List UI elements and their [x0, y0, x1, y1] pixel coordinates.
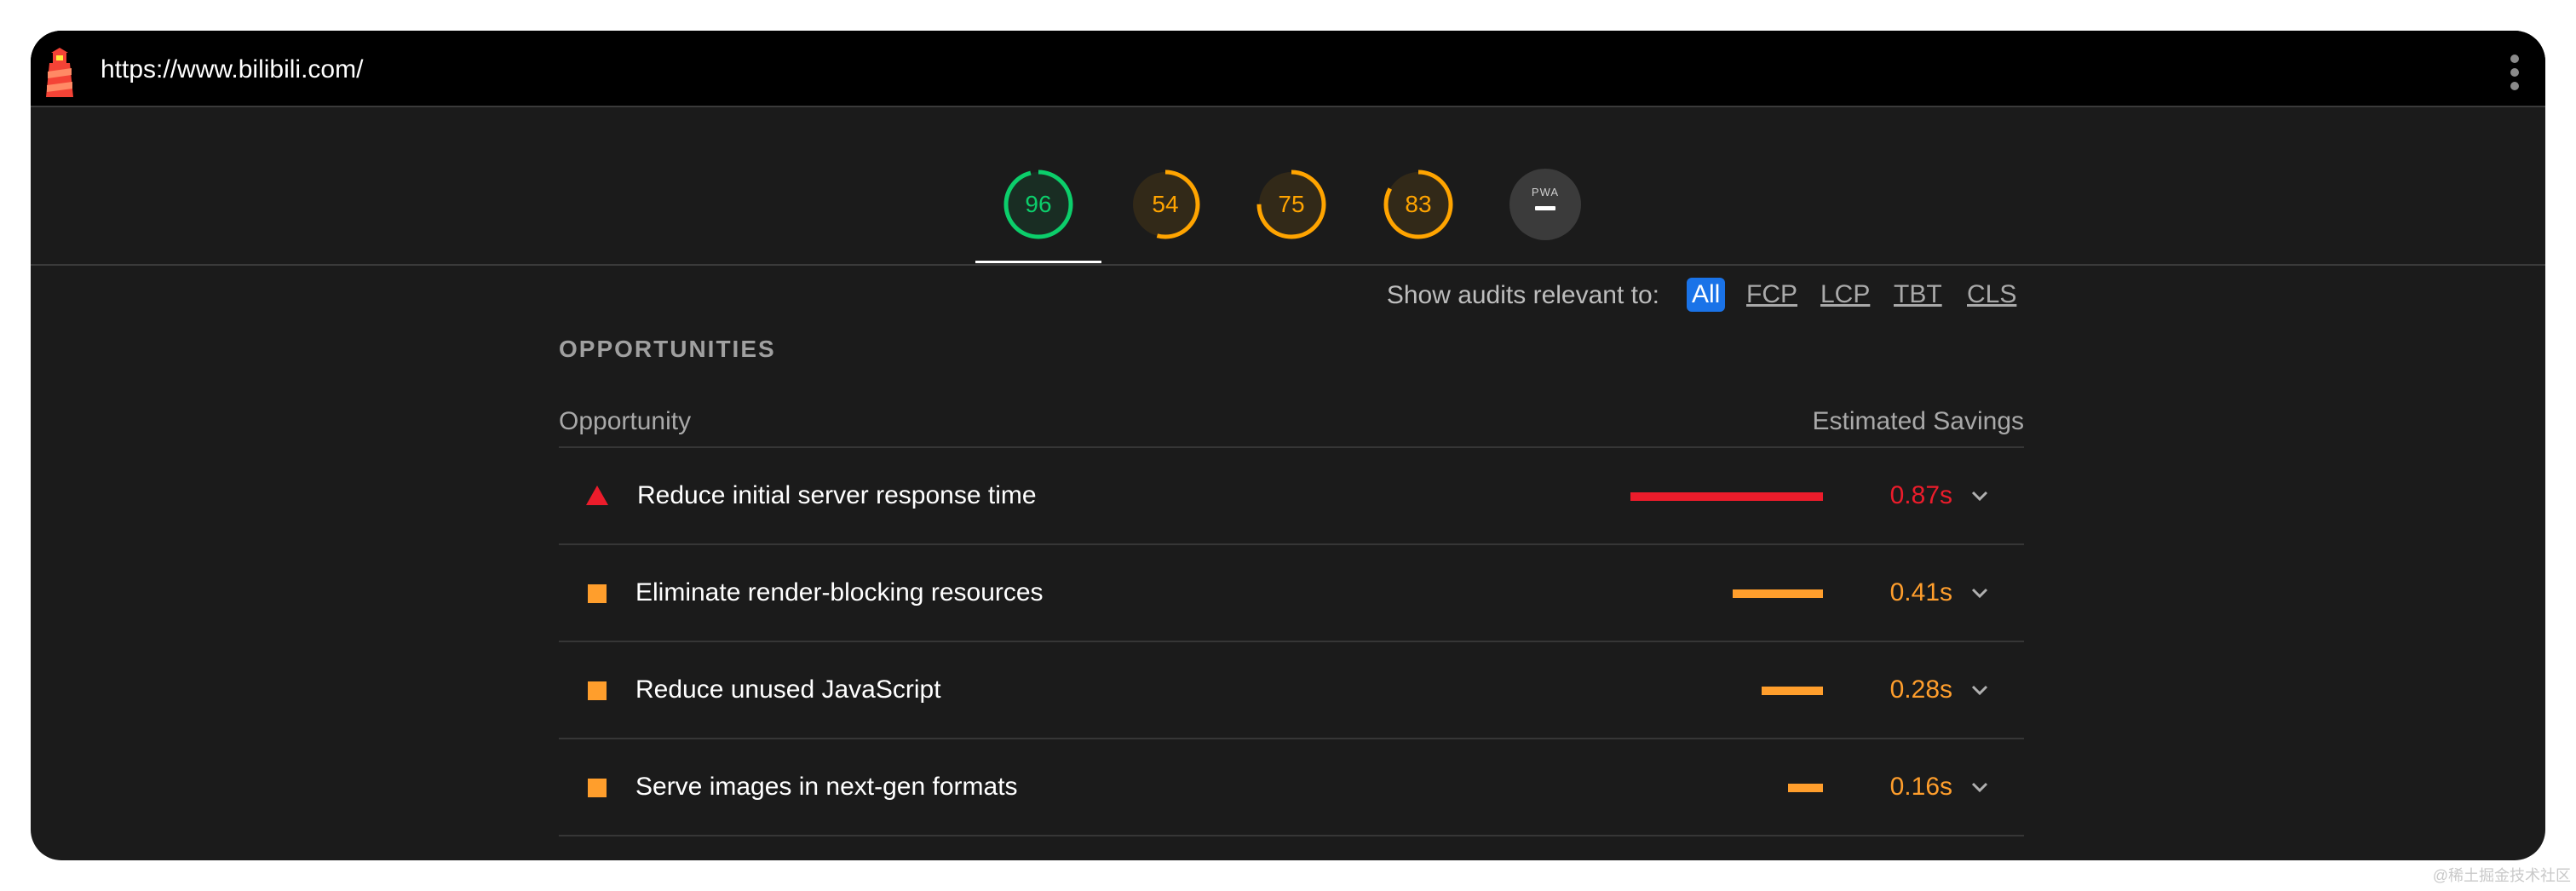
- filter-all[interactable]: All: [1687, 278, 1726, 312]
- audit-filter: Show audits relevant to: All FCP LCP TBT…: [31, 266, 2545, 320]
- savings-value: 0.16s: [1889, 773, 1952, 801]
- kebab-menu-icon[interactable]: [2508, 55, 2521, 95]
- pwa-label: PWA: [1531, 186, 1560, 198]
- section-title: OPPORTUNITIES: [559, 336, 776, 362]
- savings-value: 0.87s: [1889, 481, 1952, 509]
- savings-value: 0.28s: [1889, 675, 1952, 704]
- column-opportunity: Opportunity: [559, 407, 692, 435]
- savings-bar: [1788, 784, 1823, 792]
- active-gauge-indicator: [975, 261, 1101, 263]
- chevron-down-icon[interactable]: [1966, 676, 1993, 704]
- gauge-accessibility[interactable]: 54: [1130, 169, 1201, 240]
- column-estimated-savings: Estimated Savings: [1812, 407, 2024, 435]
- fail-triangle-icon: [586, 486, 608, 505]
- chevron-down-icon[interactable]: [1966, 773, 1993, 801]
- gauge-pwa[interactable]: PWA: [1509, 169, 1581, 240]
- savings-value: 0.41s: [1889, 578, 1952, 606]
- gauge-score: 83: [1405, 191, 1432, 217]
- opportunity-row[interactable]: Serve images in next-gen formats 0.16s: [559, 739, 2024, 836]
- gauge-score: 75: [1278, 191, 1305, 217]
- category-gauges: 96 54 75 83 PWA: [31, 107, 2545, 266]
- opportunity-row[interactable]: Reduce initial server response time 0.87s: [559, 448, 2024, 545]
- chevron-down-icon[interactable]: [1966, 482, 1993, 509]
- filter-fcp[interactable]: FCP: [1746, 278, 1797, 312]
- filter-cls[interactable]: CLS: [1967, 278, 2016, 312]
- watermark: @稀土掘金技术社区: [2432, 867, 2571, 884]
- pwa-badge: [1509, 169, 1581, 240]
- average-square-icon: [588, 779, 607, 797]
- gauge-score: 96: [1025, 191, 1052, 217]
- opportunity-row[interactable]: Eliminate render-blocking resources 0.41s: [559, 545, 2024, 642]
- filter-tbt[interactable]: TBT: [1894, 278, 1942, 312]
- gauge-performance[interactable]: 96: [1003, 169, 1074, 240]
- lighthouse-icon: [46, 48, 73, 97]
- opportunity-row[interactable]: Reduce unused JavaScript 0.28s: [559, 642, 2024, 739]
- savings-bar: [1762, 687, 1823, 695]
- opportunity-title: Serve images in next-gen formats: [635, 773, 1018, 801]
- opportunity-title: Reduce unused JavaScript: [635, 675, 941, 704]
- savings-bar: [1630, 492, 1823, 501]
- pwa-dash-icon: [1535, 206, 1555, 210]
- opportunity-title: Reduce initial server response time: [637, 481, 1037, 509]
- opportunity-title: Eliminate render-blocking resources: [635, 578, 1044, 606]
- filter-label: Show audits relevant to:: [1386, 281, 1659, 309]
- average-square-icon: [588, 681, 607, 700]
- lighthouse-window: https://www.bilibili.com/ 96 54 75 83 PW…: [31, 31, 2545, 860]
- gauge-score: 54: [1152, 191, 1179, 217]
- table-header: Opportunity Estimated Savings: [559, 405, 2024, 448]
- savings-bar: [1733, 589, 1823, 598]
- gauge-seo[interactable]: 83: [1383, 169, 1454, 240]
- report-topbar: https://www.bilibili.com/: [31, 31, 2545, 107]
- chevron-down-icon[interactable]: [1966, 579, 1993, 606]
- gauge-best-practices[interactable]: 75: [1256, 169, 1327, 240]
- page-url: https://www.bilibili.com/: [101, 55, 364, 83]
- filter-lcp[interactable]: LCP: [1820, 278, 1870, 312]
- average-square-icon: [588, 584, 607, 603]
